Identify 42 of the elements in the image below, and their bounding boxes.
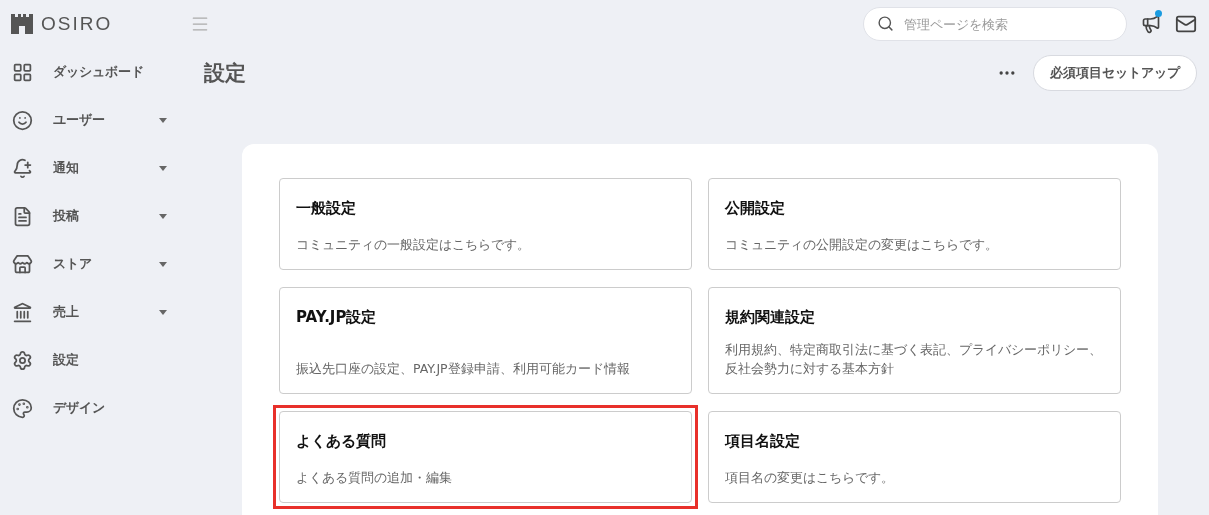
- card-description: コミュニティの一般設定はこちらです。: [296, 236, 531, 255]
- settings-card[interactable]: 項目名設定 項目名の変更はこちらです。: [708, 410, 1121, 503]
- sidebar-item[interactable]: ダッシュボード: [53, 63, 153, 81]
- settings-card[interactable]: 一般設定 コミュニティの一般設定はこちらです。: [279, 178, 692, 270]
- card-description: 振込先口座の設定、PAY.JP登録申請、利用可能カード情報: [296, 359, 631, 378]
- settings-card[interactable]: よくある質問 よくある質問の追加・編集: [279, 410, 692, 503]
- card-title: よくある質問: [296, 431, 387, 451]
- card-title: 規約関連設定: [725, 308, 816, 327]
- setup-button[interactable]: 必須項目セットアップ: [1033, 55, 1197, 91]
- sidebar-item[interactable]: 投稿: [53, 207, 153, 225]
- store-icon: [12, 253, 33, 275]
- card-description: よくある質問の追加・編集: [296, 468, 453, 487]
- card-title: PAY.JP設定: [296, 308, 378, 327]
- settings-icon: [12, 349, 33, 371]
- brand-name: OSIRO: [41, 13, 113, 35]
- settings-card[interactable]: PAY.JP設定 振込先口座の設定、PAY.JP登録申請、利用可能カード情報: [279, 287, 692, 394]
- card-description: コミュニティの公開設定の変更はこちらです。: [725, 236, 999, 255]
- card-description: 項目名の変更はこちらです。: [725, 468, 895, 487]
- settings-card[interactable]: 規約関連設定 利用規約、特定商取引法に基づく表記、プライバシーポリシー、反社会勢力に対する基本方針: [708, 287, 1121, 394]
- palette-icon: [12, 397, 33, 419]
- card-description: 利用規約、特定商取引法に基づく表記、プライバシーポリシー、反社会勢力に対する基本方針: [725, 341, 1103, 378]
- sidebar-item[interactable]: ユーザー: [53, 111, 153, 129]
- page-title: 設定: [204, 60, 246, 87]
- settings-card[interactable]: 公開設定 コミュニティの公開設定の変更はこちらです。: [708, 178, 1121, 270]
- sidebar-item[interactable]: 売上: [53, 303, 153, 321]
- sidebar-item[interactable]: ストア: [53, 255, 153, 273]
- megaphone-icon[interactable]: [1141, 14, 1161, 34]
- sidebar-item[interactable]: 通知: [53, 159, 153, 177]
- castle-logo-icon: [11, 14, 33, 34]
- sidebar-item[interactable]: 設定: [53, 351, 153, 369]
- card-title: 項目名設定: [725, 431, 801, 451]
- search-icon: [877, 15, 894, 32]
- search-field[interactable]: 管理ページを検索: [863, 7, 1127, 41]
- face-icon: [12, 109, 33, 131]
- grid-icon: [12, 61, 33, 83]
- sidebar-item[interactable]: デザイン: [53, 399, 153, 417]
- document-icon: [12, 205, 33, 227]
- mail-icon[interactable]: [1175, 13, 1197, 35]
- bell-icon: [12, 157, 33, 179]
- bank-icon: [12, 301, 33, 323]
- card-title: 一般設定: [296, 199, 357, 218]
- card-title: 公開設定: [725, 199, 786, 218]
